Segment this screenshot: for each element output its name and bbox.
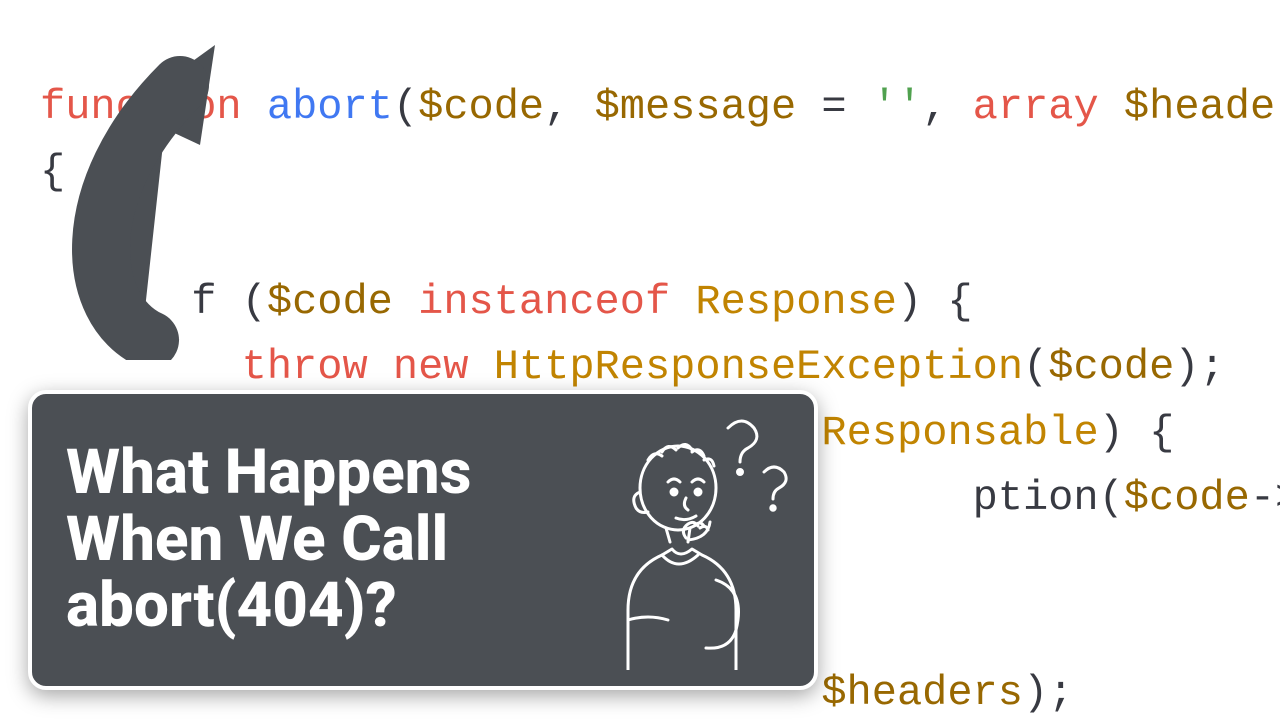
thinking-person-icon: [568, 410, 788, 670]
var-code3: $code: [1048, 343, 1174, 391]
type-httpexc: HttpResponseException: [494, 343, 1023, 391]
kw-throw: throw: [242, 343, 368, 391]
card-title: What Happens When We Call abort(404)?: [66, 440, 568, 641]
kw-instanceof: instanceof: [418, 278, 670, 326]
str-empty: '': [872, 83, 922, 131]
comma2: ,: [922, 83, 972, 131]
fn-abort: abort: [267, 83, 393, 131]
arrow-op: ->: [1250, 474, 1280, 522]
var-code5: $code: [1124, 474, 1250, 522]
rpar-brace: ) {: [897, 278, 973, 326]
rpar-brace2: ) {: [1099, 409, 1175, 457]
var-headers2: $headers: [821, 669, 1023, 717]
if-frag: f (: [191, 278, 267, 326]
lpar: (: [393, 83, 418, 131]
kw-array: array: [973, 83, 1099, 131]
rpar-semi2: );: [1023, 669, 1073, 717]
eq: =: [796, 83, 872, 131]
rpar-semi: );: [1174, 343, 1224, 391]
title-line-1: What Happens: [66, 440, 568, 507]
sp: [1099, 83, 1124, 131]
title-line-2: When We Call: [66, 507, 568, 574]
comma1: ,: [544, 83, 594, 131]
var-code2: $code: [267, 278, 393, 326]
brace-open: {: [40, 148, 65, 196]
kw-new: new: [393, 343, 469, 391]
type-response: Response: [695, 278, 897, 326]
var-message: $message: [595, 83, 797, 131]
title-line-3: abort(404)?: [66, 573, 568, 640]
ption: ption(: [973, 474, 1124, 522]
var-headers: $headers: [1124, 83, 1280, 131]
kw-function: function: [40, 83, 242, 131]
type-responsable: Responsable: [821, 409, 1098, 457]
var-code: $code: [418, 83, 544, 131]
title-card: What Happens When We Call abort(404)?: [28, 390, 818, 690]
